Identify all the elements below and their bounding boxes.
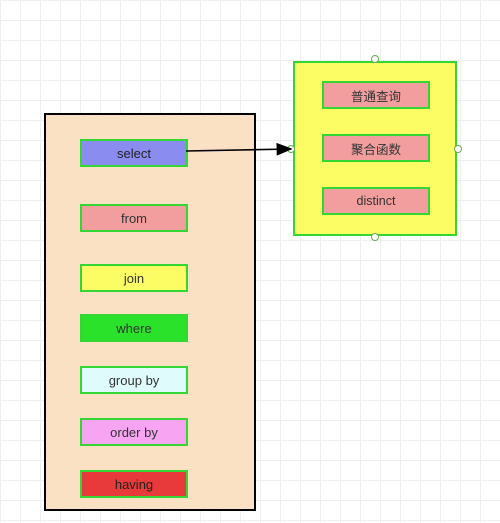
node-join[interactable]: join — [80, 264, 188, 292]
node-label: having — [115, 477, 153, 492]
node-label: where — [116, 321, 151, 336]
resize-handle-n[interactable] — [371, 55, 379, 63]
node-label: 普通查询 — [351, 86, 401, 105]
node-where[interactable]: where — [80, 314, 188, 342]
node-having[interactable]: having — [80, 470, 188, 498]
node-label: join — [124, 271, 144, 286]
node-label: 聚合函数 — [351, 139, 401, 158]
node-group-by[interactable]: group by — [80, 366, 188, 394]
node-label: select — [117, 146, 151, 161]
node-aggregate[interactable]: 聚合函数 — [322, 134, 430, 162]
resize-handle-w[interactable] — [287, 145, 295, 153]
node-plain-query[interactable]: 普通查询 — [322, 81, 430, 109]
select-expansion-panel[interactable]: 普通查询 聚合函数 distinct — [293, 61, 457, 236]
node-label: distinct — [357, 194, 396, 208]
sql-clauses-panel[interactable]: select from join where group by order by… — [44, 113, 256, 511]
node-distinct[interactable]: distinct — [322, 187, 430, 215]
node-select[interactable]: select — [80, 139, 188, 167]
node-label: order by — [110, 425, 158, 440]
node-label: from — [121, 211, 147, 226]
node-from[interactable]: from — [80, 204, 188, 232]
node-label: group by — [109, 373, 160, 388]
node-order-by[interactable]: order by — [80, 418, 188, 446]
resize-handle-e[interactable] — [454, 145, 462, 153]
resize-handle-s[interactable] — [371, 233, 379, 241]
